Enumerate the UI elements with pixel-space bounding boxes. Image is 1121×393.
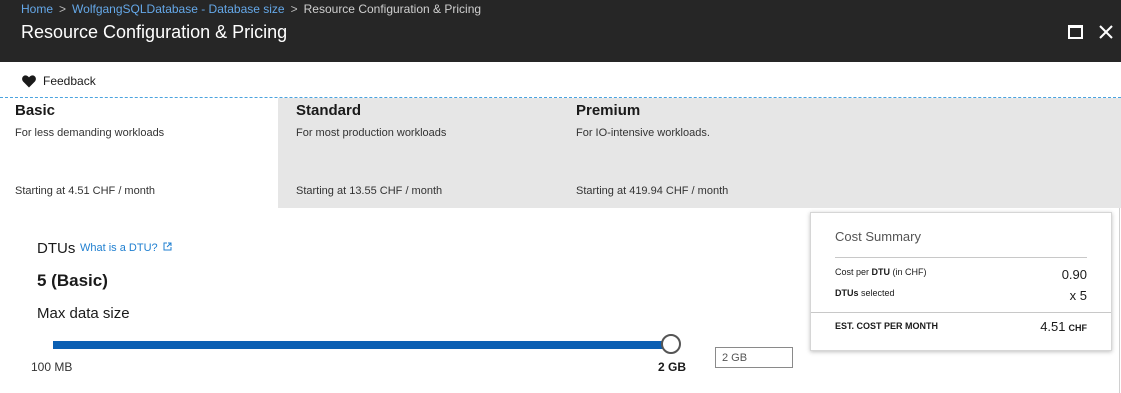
divider (811, 312, 1111, 313)
cost-summary-panel: Cost Summary Cost per DTU (in CHF) 0.90 … (810, 212, 1112, 351)
tier-price: Starting at 13.55 CHF / month (296, 185, 443, 197)
command-bar (0, 62, 1121, 98)
breadcrumb-separator: > (290, 2, 298, 16)
what-is-dtu-link[interactable]: What is a DTU? (80, 242, 172, 254)
dtus-selected-value: x 5 (1069, 288, 1087, 303)
cost-summary-title: Cost Summary (835, 229, 921, 244)
tier-standard[interactable]: Standard For most production workloads S… (281, 98, 561, 208)
tier-description: For IO-intensive workloads. (576, 127, 710, 139)
dtus-selected-label: DTUs selected (835, 288, 895, 298)
est-cost-amount: 4.51 (1040, 319, 1066, 334)
breadcrumb-home[interactable]: Home (21, 2, 53, 16)
slider-max-label: 2 GB (658, 360, 687, 374)
close-icon (1099, 25, 1113, 39)
close-button[interactable] (1096, 22, 1116, 42)
feedback-button[interactable]: Feedback (22, 72, 96, 90)
dtu-label: DTUs (37, 240, 76, 257)
feedback-label: Feedback (43, 74, 96, 88)
est-cost-unit: CHF (1068, 323, 1088, 333)
tier-premium[interactable]: Premium For IO-intensive workloads. Star… (561, 98, 861, 208)
est-cost-label: EST. COST PER MONTH (835, 321, 939, 331)
page-title: Resource Configuration & Pricing (21, 22, 288, 42)
cost-per-dtu-value: 0.90 (1061, 267, 1087, 282)
slider-track (53, 341, 663, 349)
tier-price: Starting at 419.94 CHF / month (576, 185, 729, 197)
breadcrumb-separator: > (59, 2, 67, 16)
max-data-size-label: Max data size (37, 305, 130, 322)
divider (835, 257, 1087, 258)
tier-description: For most production workloads (296, 127, 447, 139)
breadcrumb-current: Resource Configuration & Pricing (303, 2, 482, 16)
tier-name: Basic (15, 102, 56, 119)
blade-header: Home > WolfgangSQLDatabase - Database size… (0, 0, 1121, 62)
tier-selector: Basic For less demanding workloads Start… (0, 98, 1121, 208)
external-link-icon (163, 242, 172, 251)
what-is-dtu-label: What is a DTU? (80, 242, 158, 254)
maximize-icon (1068, 25, 1083, 39)
blade-right-border (1119, 208, 1120, 393)
cost-per-dtu-label: Cost per DTU (in CHF) (835, 267, 927, 277)
breadcrumb: Home > WolfgangSQLDatabase - Database size… (21, 2, 481, 16)
heart-icon (22, 74, 36, 87)
tier-price: Starting at 4.51 CHF / month (15, 185, 156, 197)
est-cost-value: 4.51 CHF (1040, 319, 1087, 334)
breadcrumb-database-size[interactable]: WolfgangSQLDatabase - Database size (72, 2, 285, 16)
slider-min-label: 100 MB (31, 360, 73, 374)
tier-name: Standard (296, 102, 362, 119)
tier-basic[interactable]: Basic For less demanding workloads Start… (0, 98, 278, 208)
slider-thumb[interactable] (661, 334, 681, 354)
maximize-button[interactable] (1066, 22, 1086, 42)
max-data-size-input[interactable] (715, 347, 793, 368)
tier-description: For less demanding workloads (15, 127, 165, 139)
tier-name: Premium (576, 102, 641, 119)
max-data-size-slider[interactable] (53, 334, 681, 356)
dtu-value: 5 (Basic) (37, 271, 108, 290)
